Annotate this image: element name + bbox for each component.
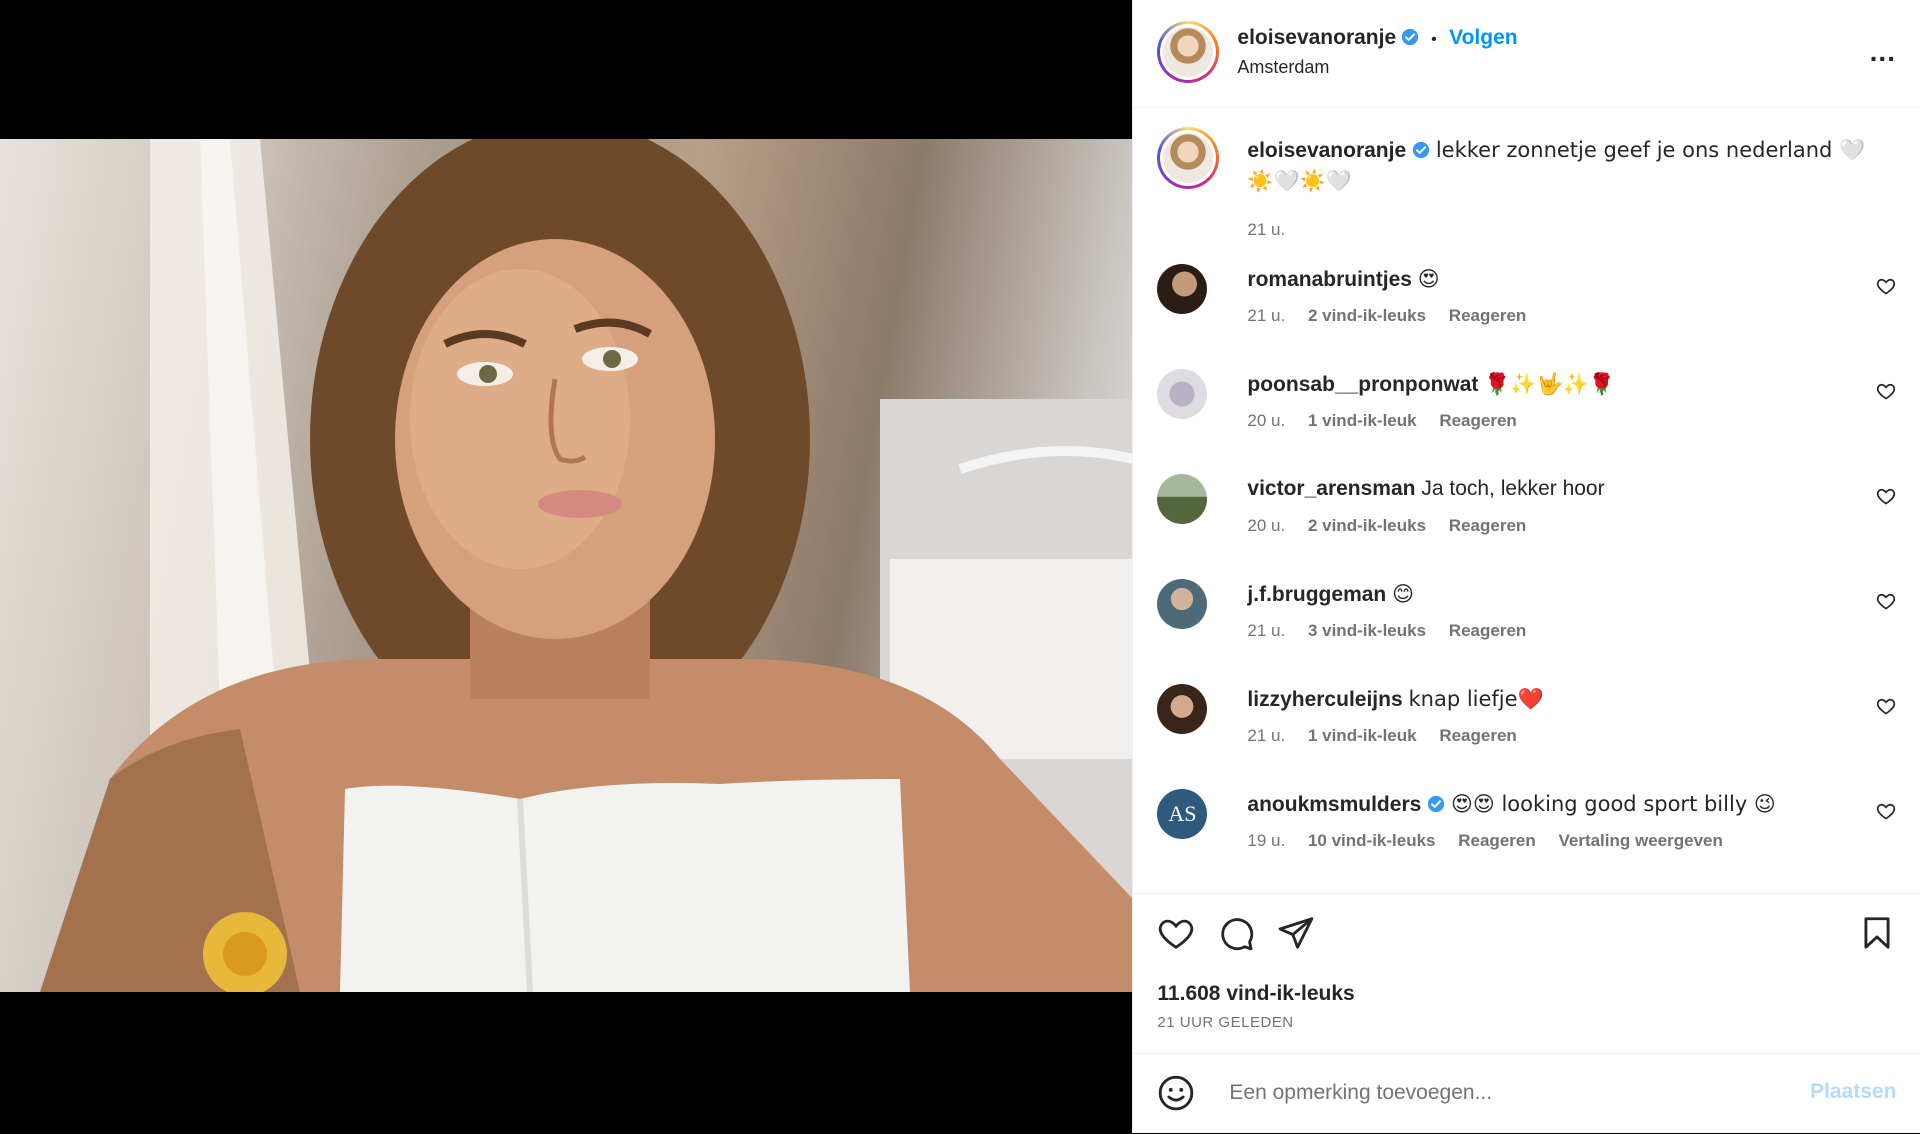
more-dots-icon[interactable]: ... — [1870, 36, 1896, 68]
commenter-avatar[interactable] — [1157, 474, 1208, 524]
comment-body: poonsab__pronponwat 🌹✨🤟✨🌹 — [1247, 369, 1847, 400]
comment-item: victor_arensman Ja toch, lekker hoor 20 … — [1133, 474, 1920, 562]
comment-meta: 21 u. 1 vind-ik-leuk Reageren — [1247, 726, 1534, 746]
caption-username[interactable]: eloisevanoranje — [1247, 139, 1406, 162]
comment-time[interactable]: 19 u. — [1247, 831, 1285, 850]
comment-item: j.f.bruggeman 😊 21 u. 3 vind-ik-leuks Re… — [1133, 579, 1920, 667]
reply-button[interactable]: Reageren — [1449, 621, 1526, 640]
comment-likes[interactable]: 2 vind-ik-leuks — [1308, 306, 1426, 325]
commenter-avatar[interactable] — [1157, 264, 1208, 314]
comment-likes[interactable]: 3 vind-ik-leuks — [1308, 621, 1426, 640]
commenter-avatar[interactable] — [1157, 579, 1208, 629]
author-line: eloisevanoranje • Volgen — [1237, 26, 1517, 50]
comment-likes[interactable]: 1 vind-ik-leuk — [1308, 411, 1417, 430]
comment-body: j.f.bruggeman 😊 — [1247, 579, 1847, 610]
author-username[interactable]: eloisevanoranje — [1237, 26, 1396, 49]
comment-text: 🌹✨🤟✨🌹 — [1484, 372, 1615, 396]
comment-time[interactable]: 20 u. — [1247, 516, 1285, 535]
post-header: eloisevanoranje • Volgen Amsterdam ... — [1133, 0, 1920, 108]
comment-heart-icon[interactable] — [1876, 591, 1896, 611]
post-sidebar: eloisevanoranje • Volgen Amsterdam ... e… — [1132, 0, 1920, 1133]
commenter-username[interactable]: victor_arensman — [1247, 477, 1415, 500]
comment-time[interactable]: 21 u. — [1247, 726, 1285, 745]
commenter-avatar[interactable] — [1157, 369, 1208, 419]
comment-heart-icon[interactable] — [1876, 696, 1896, 716]
bookmark-icon[interactable] — [1858, 914, 1896, 952]
reply-button[interactable]: Reageren — [1439, 411, 1516, 430]
comment-meta: 20 u. 2 vind-ik-leuks Reageren — [1247, 516, 1544, 536]
translate-button[interactable]: Vertaling weergeven — [1558, 831, 1722, 850]
follow-button[interactable]: Volgen — [1449, 26, 1517, 49]
comment-heart-icon[interactable] — [1876, 486, 1896, 506]
comment-heart-icon[interactable] — [1876, 276, 1896, 296]
comment-text: Ja toch, lekker hoor — [1421, 477, 1605, 500]
comment-heart-icon[interactable] — [1876, 801, 1896, 821]
comment-text: 😍 — [1417, 267, 1440, 291]
comment-likes[interactable]: 2 vind-ik-leuks — [1308, 516, 1426, 535]
comments-list[interactable]: eloisevanoranje lekker zonnetje geef je … — [1133, 107, 1920, 893]
comment-time[interactable]: 21 u. — [1247, 621, 1285, 640]
comment-likes[interactable]: 1 vind-ik-leuk — [1308, 726, 1417, 745]
commenter-username[interactable]: anoukmsmulders — [1247, 793, 1421, 816]
post-comment-button[interactable]: Plaatsen — [1810, 1080, 1896, 1104]
comment-time[interactable]: 20 u. — [1247, 411, 1285, 430]
verified-badge-icon — [1401, 28, 1418, 46]
comment-input[interactable] — [1227, 1072, 1772, 1114]
post-location[interactable]: Amsterdam — [1237, 57, 1329, 78]
comment-time[interactable]: 21 u. — [1247, 306, 1285, 325]
smiley-icon[interactable] — [1157, 1074, 1195, 1112]
comment-body: lizzyherculeijns knap liefje❤️ — [1247, 684, 1847, 715]
commenter-username[interactable]: romanabruintjes — [1247, 268, 1412, 291]
comment-meta: 21 u. 3 vind-ik-leuks Reageren — [1247, 621, 1544, 641]
comment-item: lizzyherculeijns knap liefje❤️ 21 u. 1 v… — [1133, 684, 1920, 772]
post-media[interactable] — [0, 0, 1133, 1133]
like-count[interactable]: 11.608 vind-ik-leuks — [1157, 982, 1354, 1006]
comment-bubble-icon[interactable] — [1217, 914, 1255, 952]
commenter-avatar[interactable] — [1157, 684, 1208, 734]
comment-meta: 20 u. 1 vind-ik-leuk Reageren — [1247, 411, 1534, 431]
post-actions: 11.608 vind-ik-leuks 21 UUR GELEDEN — [1133, 893, 1920, 1054]
comment-item: AS anoukmsmulders 😍😍 looking good sport … — [1133, 789, 1920, 877]
caption-text-block: eloisevanoranje lekker zonnetje geef je … — [1247, 135, 1867, 197]
commenter-username[interactable]: lizzyherculeijns — [1247, 688, 1402, 711]
comment-text: 😊 — [1392, 582, 1414, 606]
comment-composer: Plaatsen — [1133, 1053, 1920, 1134]
comment-body: anoukmsmulders 😍😍 looking good sport bil… — [1247, 789, 1847, 820]
comment-meta: 21 u. 2 vind-ik-leuks Reageren — [1247, 306, 1544, 326]
reply-button[interactable]: Reageren — [1458, 831, 1535, 850]
comment-item: poonsab__pronponwat 🌹✨🤟✨🌹 20 u. 1 vind-i… — [1133, 369, 1920, 457]
caption-time[interactable]: 21 u. — [1247, 220, 1285, 240]
comment-meta: 19 u. 10 vind-ik-leuks Reageren Vertalin… — [1247, 831, 1740, 851]
caption-avatar[interactable] — [1157, 127, 1220, 189]
paper-plane-icon[interactable] — [1277, 914, 1315, 952]
comment-likes[interactable]: 10 vind-ik-leuks — [1308, 831, 1436, 850]
post-photo[interactable] — [0, 139, 1133, 992]
comment-text: 😍😍 looking good sport billy 😉 — [1450, 792, 1776, 816]
reply-button[interactable]: Reageren — [1449, 516, 1526, 535]
separator-dot: • — [1431, 31, 1437, 48]
commenter-username[interactable]: j.f.bruggeman — [1247, 583, 1386, 606]
comment-item: romanabruintjes 😍 21 u. 2 vind-ik-leuks … — [1133, 264, 1920, 352]
verified-badge-icon — [1412, 141, 1430, 159]
reply-button[interactable]: Reageren — [1449, 306, 1526, 325]
comment-body: victor_arensman Ja toch, lekker hoor — [1247, 474, 1847, 504]
comment-body: romanabruintjes 😍 — [1247, 264, 1847, 295]
reply-button[interactable]: Reageren — [1439, 726, 1516, 745]
selfie-illustration — [40, 139, 1133, 992]
author-avatar[interactable] — [1157, 21, 1220, 83]
comment-text: knap liefje❤️ — [1408, 687, 1544, 711]
post-age[interactable]: 21 UUR GELEDEN — [1157, 1014, 1293, 1031]
verified-badge-icon — [1428, 795, 1445, 813]
heart-icon[interactable] — [1157, 914, 1195, 952]
comment-heart-icon[interactable] — [1876, 381, 1896, 401]
commenter-username[interactable]: poonsab__pronponwat — [1247, 373, 1478, 396]
commenter-avatar[interactable]: AS — [1157, 789, 1208, 839]
